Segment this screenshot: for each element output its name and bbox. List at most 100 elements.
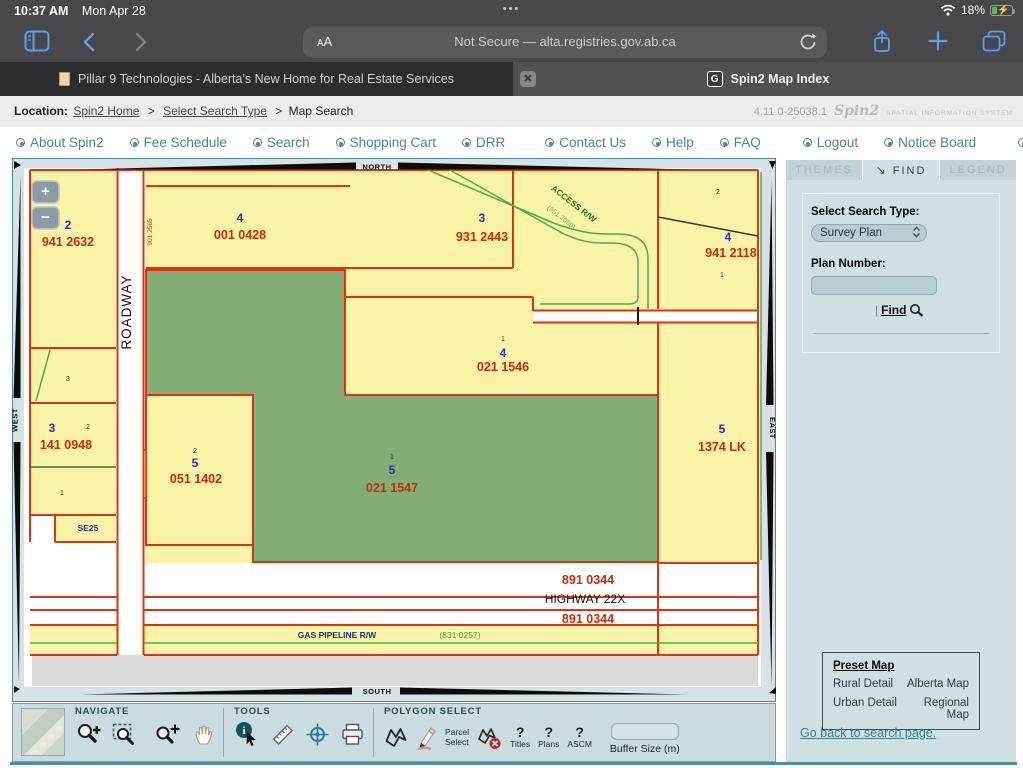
map-label: 941 2118 (705, 246, 756, 260)
nav-shopping-cart[interactable]: Shopping Cart (336, 135, 436, 150)
map-label: 051 1402 (170, 472, 222, 486)
status-ellipsis[interactable]: ••• (0, 3, 1023, 15)
nav-contact-us[interactable]: Contact Us (545, 135, 626, 150)
tab-themes[interactable]: THEMES (786, 160, 862, 180)
map-toolbar: NAVIGATE TOOLS i (12, 703, 776, 762)
map-label: HIGHWAY 22X (545, 592, 625, 606)
spin2-tagline: SPATIAL INFORMATION SYSTEM (886, 110, 1013, 117)
map-label: 1 (60, 490, 64, 497)
nav-bullet-icon (462, 138, 471, 147)
svg-text:i: i (242, 725, 245, 737)
map-label: 4 (500, 346, 507, 360)
go-back-link[interactable]: Go back to search page. (800, 726, 936, 740)
battery-nub (1013, 9, 1015, 14)
breadcrumb-bar: Location: Spin2 Home > Select Search Typ… (0, 96, 1023, 127)
center-map-tool-icon[interactable] (305, 722, 330, 747)
breadcrumb-separator: > (275, 104, 282, 118)
map-gray-band (32, 655, 758, 686)
nav-notice-board[interactable]: Notice Board (884, 135, 976, 150)
map-label: (831 0257) (439, 630, 480, 640)
map-label: WEST (12, 408, 20, 432)
screen: 10:37 AM Mon Apr 28 ••• 18% ⚡ (0, 0, 1023, 768)
nav-faq[interactable]: FAQ (720, 135, 761, 150)
tab-pillar9[interactable]: Pillar 9 Technologies - Alberta's New Ho… (0, 62, 513, 96)
nav-search[interactable]: Search (253, 135, 310, 150)
new-tab-icon[interactable] (928, 31, 948, 51)
preset-urban-detail[interactable]: Urban Detail (833, 697, 899, 721)
tab-bar: Pillar 9 Technologies - Alberta's New Ho… (0, 62, 1023, 96)
map-label: 1 (501, 336, 505, 343)
close-tab-icon[interactable]: ✕ (520, 71, 536, 87)
preset-regional-map[interactable]: Regional Map (903, 697, 969, 721)
polygon-select-section: POLYGON SELECT Parcel Select ? Titles (374, 704, 688, 761)
breadcrumb-link-search-type[interactable]: Select Search Type (163, 104, 267, 118)
navigate-label: NAVIGATE (75, 706, 215, 717)
measure-tool-icon[interactable] (270, 722, 295, 747)
nav-bullet-icon (130, 138, 139, 147)
preset-alberta-map[interactable]: Alberta Map (903, 678, 969, 690)
map-label: 021 1547 (366, 481, 418, 495)
parcel-select-tool-label[interactable]: Parcel Select (445, 728, 469, 748)
nav-fee-schedule[interactable]: Fee Schedule (130, 135, 227, 150)
share-icon[interactable] (872, 29, 892, 55)
nav-logout[interactable]: Logout (803, 135, 858, 150)
nav-bullet-icon (652, 138, 661, 147)
zoom-extent-tool-icon[interactable] (154, 722, 181, 747)
nav-publications[interactable]: Publications (1018, 135, 1023, 150)
map-label: 3 (49, 421, 56, 435)
map-label: SE25 (78, 523, 99, 533)
polygon-clear-tool-icon[interactable] (477, 726, 502, 750)
search-type-select[interactable]: Survey Plan (811, 224, 927, 242)
tab-legend[interactable]: LEGEND (940, 160, 1016, 180)
zoom-window-tool-icon[interactable] (112, 722, 136, 747)
pillar9-favicon (59, 72, 70, 86)
search-type-label: Select Search Type: (811, 206, 991, 218)
query-plans-button[interactable]: ? Plans (538, 725, 559, 749)
reload-icon[interactable] (799, 32, 817, 52)
query-titles-button[interactable]: ? Titles (510, 725, 530, 749)
map-label: 931 2443 (456, 230, 508, 244)
nav-help[interactable]: Help (652, 135, 694, 150)
tab-find[interactable]: ↘ FIND (862, 160, 940, 180)
sidebar-icon[interactable] (24, 30, 50, 52)
status-bar: 10:37 AM Mon Apr 28 ••• 18% ⚡ (0, 0, 1023, 22)
print-tool-icon[interactable] (340, 722, 365, 747)
preset-rural-detail[interactable]: Rural Detail (833, 678, 899, 690)
map-label: SOUTH (363, 687, 392, 696)
tab-title: Spin2 Map Index (731, 72, 830, 86)
overview-map-thumbnail[interactable] (21, 708, 65, 756)
map-label: 891 0344 (562, 612, 614, 626)
east-road-strip (533, 312, 758, 322)
polygon-draw-tool-icon[interactable] (384, 726, 408, 750)
breadcrumb-link-home[interactable]: Spin2 Home (73, 104, 139, 118)
browser-chrome: 10:37 AM Mon Apr 28 ••• 18% ⚡ (0, 0, 1023, 62)
url-text[interactable]: Not Secure — alta.registries.gov.ab.ca (303, 34, 827, 49)
find-button[interactable]: Find (881, 303, 906, 317)
question-icon: ? (510, 725, 530, 739)
map-label: 941 2632 (42, 235, 94, 249)
parcel-051-1402 (146, 395, 253, 545)
nav-drr[interactable]: DRR (462, 135, 505, 150)
plan-number-input[interactable] (811, 276, 937, 295)
query-ascm-button[interactable]: ? ASCM (567, 725, 592, 749)
breadcrumb: Location: Spin2 Home > Select Search Typ… (14, 104, 353, 118)
tabs-overview-icon[interactable] (982, 30, 1006, 52)
map-label: NORTH (362, 163, 391, 172)
map-label: 2 (193, 448, 197, 455)
parcel-select-tool-icon[interactable] (416, 726, 441, 751)
buffer-size-input[interactable] (611, 723, 679, 740)
zoom-in-tool-icon[interactable] (75, 721, 102, 747)
nav-about-spin2[interactable]: About Spin2 (16, 135, 104, 150)
map-label: − (41, 209, 50, 226)
plan-number-label: Plan Number: (811, 258, 991, 270)
identify-tool-icon[interactable]: i (234, 721, 260, 747)
tab-spin2-map-index[interactable]: G Spin2 Map Index (513, 62, 1023, 96)
map-label: 1 (720, 272, 724, 279)
find-row: | Find (875, 303, 991, 317)
address-bar[interactable]: ᴀAAA Not Secure — alta.registries.gov.ab… (303, 27, 827, 58)
pan-tool-icon[interactable] (191, 722, 215, 747)
back-icon[interactable] (82, 32, 96, 52)
forward-icon[interactable] (134, 32, 148, 52)
parcel-map[interactable]: +−2941 2632ROADWAY901 25654001 04283931 … (12, 158, 776, 702)
search-icon[interactable] (909, 303, 924, 317)
